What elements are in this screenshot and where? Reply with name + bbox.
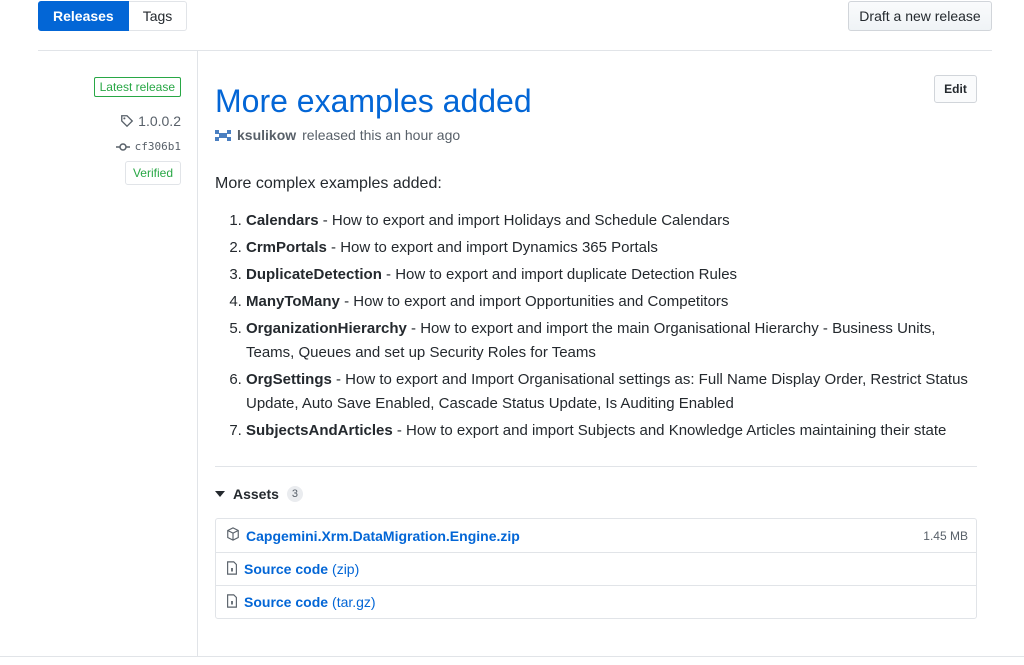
asset-format: (zip) — [332, 561, 360, 577]
item-description: - How to export and import Opportunities… — [339, 293, 729, 310]
verified-badge[interactable]: Verified — [124, 161, 181, 185]
assets-label: Assets — [233, 486, 279, 502]
release-meta-sidebar: Latest release 1.0.0.2 cf306b1 Verified — [38, 51, 198, 656]
item-name: ManyToMany — [246, 293, 340, 310]
author-link[interactable]: ksulikow — [237, 127, 296, 143]
tag-icon — [121, 115, 134, 128]
list-item: ManyToMany - How to export and import Op… — [246, 290, 977, 314]
asset-row[interactable]: Capgemini.Xrm.DataMigration.Engine.zip 1.… — [216, 519, 976, 552]
asset-size: 1.45 MB — [923, 528, 968, 543]
item-description: - How to export and import Holidays and … — [318, 212, 730, 229]
item-name: Calendars — [246, 212, 319, 229]
item-name: DuplicateDetection — [246, 266, 382, 283]
release-notes-list: Calendars - How to export and import Hol… — [215, 209, 977, 446]
item-description: - How to export and import Subjects and … — [392, 422, 947, 439]
list-item: SubjectsAndArticles - How to export and … — [246, 419, 977, 443]
item-description: - How to export and import Dynamics 365 … — [326, 239, 658, 256]
item-description: - How to export and import duplicate Det… — [381, 266, 738, 283]
item-description: - How to export and Import Organisationa… — [246, 371, 968, 412]
release-commit[interactable]: cf306b1 — [115, 140, 181, 153]
release-time: released this an hour ago — [302, 127, 461, 143]
assets-toggle[interactable]: Assets 3 — [215, 486, 304, 502]
tab-tags[interactable]: Tags — [128, 1, 188, 31]
commit-sha: cf306b1 — [134, 140, 181, 153]
asset-link[interactable]: Source code — [244, 594, 328, 610]
release-intro: More complex examples added: — [215, 175, 442, 192]
release-byline: ksulikow released this an hour ago — [215, 127, 460, 143]
assets-list: Capgemini.Xrm.DataMigration.Engine.zip 1.… — [215, 518, 977, 619]
release-tag[interactable]: 1.0.0.2 — [120, 113, 181, 129]
edit-button[interactable]: Edit — [934, 75, 977, 103]
tag-label: 1.0.0.2 — [138, 113, 181, 129]
asset-row[interactable]: Source code (tar.gz) — [216, 585, 976, 618]
item-name: CrmPortals — [246, 239, 327, 256]
item-name: SubjectsAndArticles — [246, 422, 393, 439]
divider — [215, 466, 977, 467]
item-name: OrgSettings — [246, 371, 332, 388]
draft-new-release-button[interactable]: Draft a new release — [848, 1, 992, 31]
asset-format: (tar.gz) — [332, 594, 376, 610]
tab-releases[interactable]: Releases — [38, 1, 129, 31]
avatar[interactable] — [215, 127, 231, 143]
commit-icon — [115, 142, 130, 151]
list-item: Calendars - How to export and import Hol… — [246, 209, 977, 233]
release-tabs: Releases Tags — [38, 1, 188, 31]
item-name: OrganizationHierarchy — [246, 320, 407, 337]
asset-row[interactable]: Source code (zip) — [216, 552, 976, 585]
triangle-down-icon — [215, 491, 225, 497]
file-zip-icon — [226, 560, 238, 578]
list-item: CrmPortals - How to export and import Dy… — [246, 236, 977, 260]
list-item: DuplicateDetection - How to export and i… — [246, 263, 977, 287]
assets-count: 3 — [286, 486, 304, 502]
latest-release-badge: Latest release — [93, 77, 181, 97]
divider — [0, 656, 1024, 657]
asset-link[interactable]: Source code — [244, 561, 328, 577]
list-item: OrgSettings - How to export and Import O… — [246, 368, 977, 416]
asset-link[interactable]: Capgemini.Xrm.DataMigration.Engine.zip — [246, 528, 520, 544]
package-icon — [226, 527, 240, 544]
release-title[interactable]: More examples added — [215, 81, 532, 121]
list-item: OrganizationHierarchy - How to export an… — [246, 317, 977, 365]
file-zip-icon — [226, 593, 238, 611]
